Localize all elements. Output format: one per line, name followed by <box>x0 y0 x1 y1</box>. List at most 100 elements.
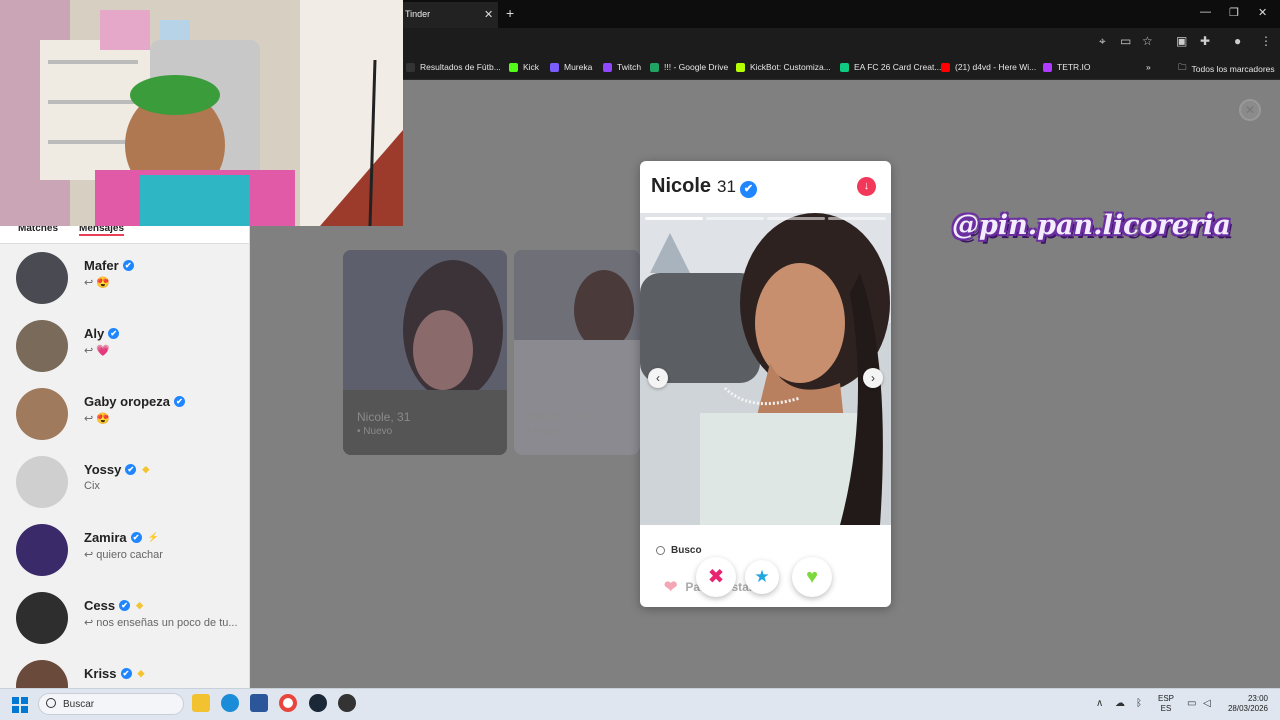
conversation-item[interactable]: Mafer ✔ ↩ 😍 <box>0 252 249 320</box>
tray-volume-icon[interactable]: ◁ <box>1203 698 1211 709</box>
conversation-name-row: Kriss ✔ ◆ <box>84 666 144 681</box>
bookmark-item[interactable]: Twitch <box>603 62 641 72</box>
avatar <box>16 388 68 440</box>
all-bookmarks-button[interactable]: 🗀 Todos los marcadores <box>1178 62 1275 76</box>
bookmark-label: Resultados de Fútb... <box>420 62 501 72</box>
collapse-arrow-icon[interactable]: ↓ <box>857 177 876 196</box>
close-window-button[interactable]: ✕ <box>1258 6 1267 19</box>
bookmark-item[interactable]: Kick <box>509 62 539 72</box>
clock-time: 23:00 <box>1247 694 1268 703</box>
profile-card[interactable]: Nicole 31 ✔ ↓ ‹ › Busco ❤ estable ✖ ★ ♥ <box>640 161 891 607</box>
conversation-name: Yossy <box>84 462 122 477</box>
conversation-name-row: Aly ✔ <box>84 326 120 341</box>
windows-start-icon[interactable] <box>12 697 28 713</box>
previous-photo-button[interactable]: ‹ <box>648 368 668 388</box>
conversation-item[interactable]: Zamira ✔ ⚡ ↩ quiero cachar <box>0 524 249 592</box>
star-icon: ★ <box>754 567 770 586</box>
bookmark-item[interactable]: (21) d4vd - Here Wi... <box>941 62 1036 72</box>
chrome-icon[interactable] <box>279 694 297 712</box>
new-tab-button[interactable]: + <box>506 5 514 21</box>
minimize-button[interactable]: — <box>1200 6 1211 18</box>
location-icon[interactable]: ⌖ <box>1099 34 1106 49</box>
streamer-webcam <box>0 0 403 226</box>
tray-chevron-icon[interactable]: ∧ <box>1096 698 1103 709</box>
tab-mensajes[interactable]: Mensajes <box>79 226 125 236</box>
screen: Tinder ✕ + — ❐ ✕ ⌖ ▭ ☆ ▣ ✚ ● ⋮ Resultado… <box>0 0 1280 720</box>
bookmark-favicon-icon <box>650 62 659 72</box>
tray-cloud-icon[interactable]: ☁ <box>1115 698 1125 709</box>
conversation-name-row: Mafer ✔ <box>84 258 134 273</box>
bookmark-item[interactable]: KickBot: Customiza... <box>736 62 831 72</box>
bg-card-name: Nicole, 31 <box>357 410 411 424</box>
verified-icon: ✔ <box>173 396 185 407</box>
cast-icon[interactable]: ▭ <box>1120 34 1131 48</box>
edge-icon[interactable] <box>221 694 239 712</box>
file-explorer-icon[interactable] <box>192 694 210 712</box>
messages-sidebar: Matches Mensajes Mafer ✔ ↩ 😍 Aly ✔ ↩ 💗 Gaby or… <box>0 226 250 688</box>
bookmark-item[interactable]: Resultados de Fútb... <box>406 62 501 72</box>
lang-bottom: ES <box>1160 704 1172 713</box>
clock[interactable]: 23:00 28/03/2026 <box>1226 694 1268 714</box>
bookmark-item[interactable]: EA FC 26 Card Creat... <box>840 62 941 72</box>
language-indicator[interactable]: ESP ES <box>1158 694 1174 714</box>
conversation-item[interactable]: Aly ✔ ↩ 💗 <box>0 320 249 388</box>
photo-progress <box>645 217 886 220</box>
like-button[interactable]: ♥ <box>792 557 832 597</box>
tab-matches[interactable]: Matches <box>18 226 58 234</box>
tray-monitor-icon[interactable]: ▭ <box>1187 698 1196 709</box>
photo-progress-segment <box>645 217 703 220</box>
avatar <box>16 252 68 304</box>
tab-close-icon[interactable]: ✕ <box>484 8 493 21</box>
steam-icon[interactable] <box>309 694 327 712</box>
next-photo-button[interactable]: › <box>863 368 883 388</box>
bookmark-item[interactable]: TETR.IO <box>1043 62 1091 72</box>
bookmark-favicon-icon <box>509 62 518 72</box>
bookmark-label: Kick <box>523 62 540 72</box>
menu-kebab-icon[interactable]: ⋮ <box>1260 34 1272 48</box>
bookmark-label: Mureka <box>564 62 593 72</box>
extensions-puzzle-icon[interactable]: ✚ <box>1200 34 1210 48</box>
conversation-item[interactable]: Yossy ✔ ◆ Cix <box>0 456 249 524</box>
tray-bluetooth-icon[interactable]: ᛒ <box>1136 698 1142 709</box>
verified-icon: ✔ <box>108 328 120 339</box>
photo-progress-segment <box>828 217 886 220</box>
conversation-item[interactable]: Kriss ✔ ◆ <box>0 660 249 688</box>
close-profile-icon[interactable]: ✕ <box>1239 99 1261 121</box>
bg-card-photo <box>514 250 640 455</box>
bg-card-status: • Nuevo <box>528 426 564 437</box>
bg-profile-card[interactable]: Nicole, 31 • Nuevo <box>343 250 507 455</box>
nope-button[interactable]: ✖ <box>696 557 736 597</box>
bookmark-label: Twitch <box>617 62 642 72</box>
extension-icon[interactable]: ▣ <box>1176 34 1187 48</box>
flag-icon: ◆ <box>136 600 143 610</box>
bookmark-star-icon[interactable]: ☆ <box>1142 34 1153 48</box>
flag-icon: ⚡ <box>147 532 159 542</box>
conversation-preview: ↩ nos enseñas un poco de tu... <box>84 617 238 629</box>
obs-icon[interactable] <box>338 694 356 712</box>
bg-card-status: • Nuevo <box>357 426 393 437</box>
verified-icon: ✔ <box>120 668 132 679</box>
conversation-item[interactable]: Cess ✔ ◆ ↩ nos enseñas un poco de tu... <box>0 592 249 660</box>
conversation-item[interactable]: Gaby oropeza ✔ ↩ 😍 <box>0 388 249 456</box>
bookmark-item[interactable]: !!! - Google Drive <box>650 62 728 72</box>
bookmark-favicon-icon <box>736 62 745 72</box>
bookmarks-more-icon[interactable]: » <box>1146 62 1151 72</box>
profile-header: Nicole 31 ✔ <box>651 175 757 198</box>
profile-photo[interactable] <box>640 213 891 525</box>
conversation-name: Gaby oropeza <box>84 394 170 409</box>
browser-tab[interactable]: Tinder ✕ <box>403 2 498 28</box>
profile-avatar-icon[interactable]: ● <box>1234 34 1241 48</box>
conversation-name-row: Gaby oropeza ✔ <box>84 394 185 409</box>
conversation-name-row: Zamira ✔ ⚡ <box>84 530 159 545</box>
taskbar-search[interactable]: Buscar <box>38 693 184 715</box>
close-x-icon: ✖ <box>707 566 725 588</box>
restore-button[interactable]: ❐ <box>1229 6 1239 19</box>
store-icon[interactable] <box>250 694 268 712</box>
super-like-button[interactable]: ★ <box>745 560 779 594</box>
bookmark-favicon-icon <box>406 62 415 72</box>
clock-date: 28/03/2026 <box>1227 704 1268 713</box>
bookmark-item[interactable]: Mureka <box>550 62 592 72</box>
bg-profile-card[interactable]: Valerit c, 30 • Nuevo <box>514 250 640 455</box>
conversation-name: Cess <box>84 598 116 613</box>
conversation-name-row: Yossy ✔ ◆ <box>84 462 149 477</box>
